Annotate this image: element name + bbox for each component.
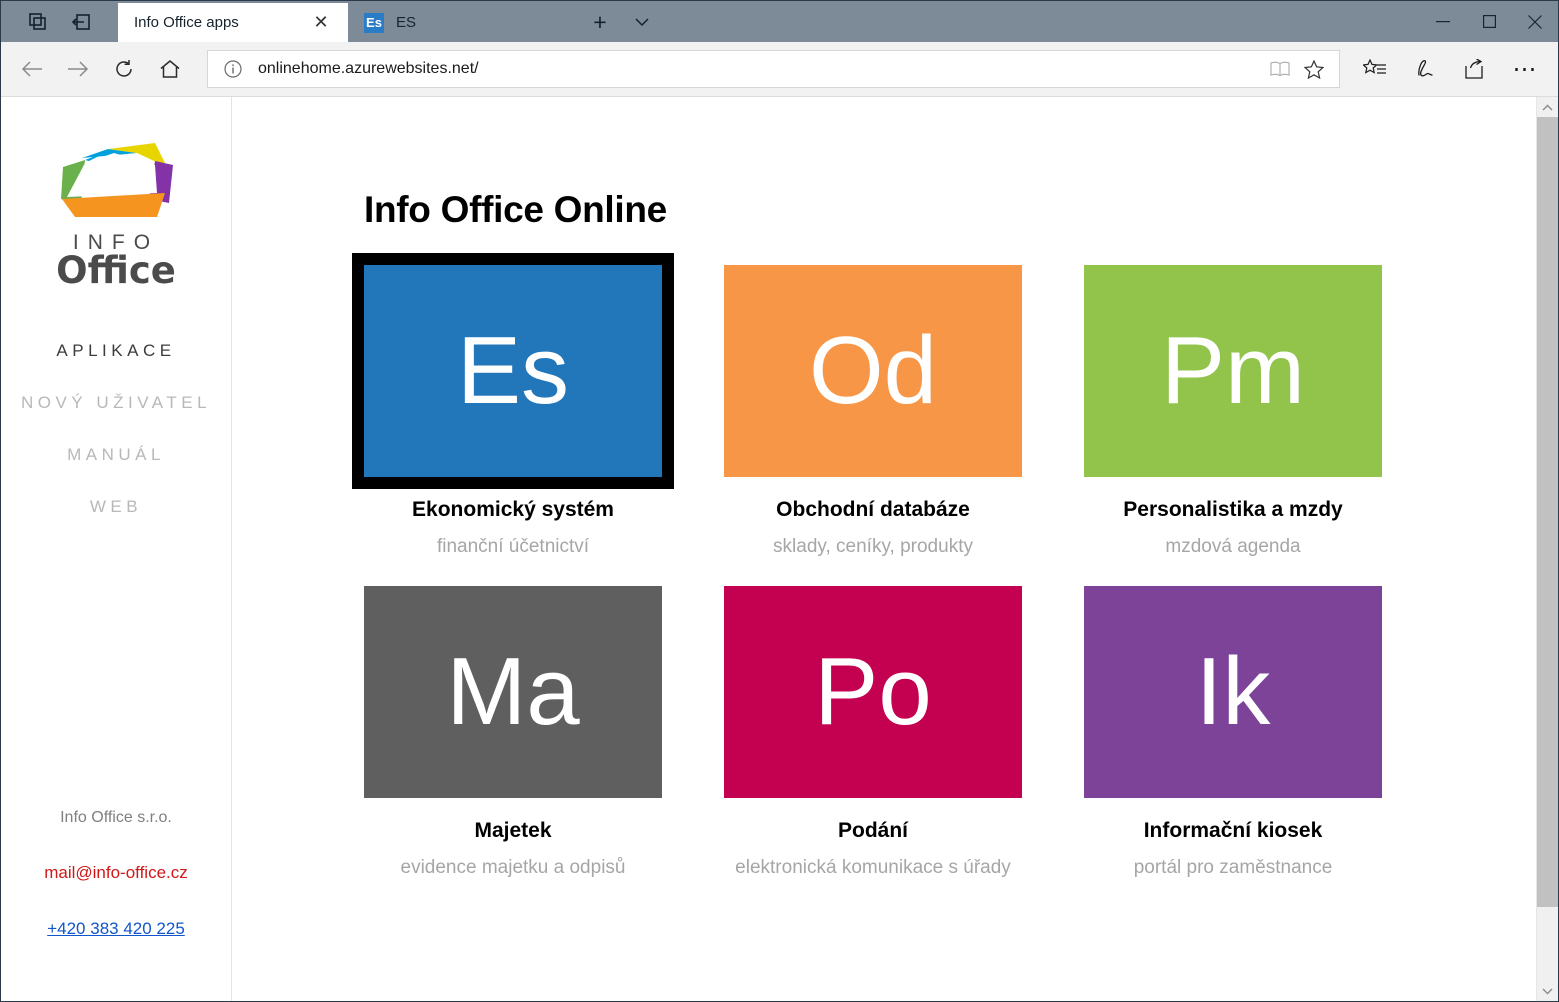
chevron-down-icon[interactable]: [622, 3, 662, 42]
tab-favicon: Es: [364, 13, 384, 33]
app-tile-majetek[interactable]: Ma Majetek evidence majetku a odpisů: [364, 586, 662, 879]
back-icon[interactable]: [9, 46, 55, 92]
tile-box[interactable]: Pm: [1084, 265, 1382, 477]
page-scrollbar[interactable]: [1536, 97, 1558, 1001]
minimize-button[interactable]: [1420, 1, 1466, 42]
tile-box[interactable]: Ik: [1084, 586, 1382, 798]
tile-box[interactable]: Po: [724, 586, 1022, 798]
info-office-logo[interactable]: INFO Office: [45, 127, 187, 275]
scrollbar-thumb[interactable]: [1537, 117, 1558, 907]
tile-name: Majetek: [364, 819, 662, 843]
tile-description: sklady, ceníky, produkty: [724, 536, 1022, 558]
tile-description: finanční účetnictví: [364, 536, 662, 558]
tab-title: ES: [396, 14, 564, 31]
sidebar-item-novy-uzivatel[interactable]: NOVÝ UŽIVATEL: [1, 377, 231, 429]
scroll-up-icon[interactable]: [1537, 97, 1558, 117]
phone-link[interactable]: +420 383 420 225: [1, 919, 231, 939]
sidebar-item-web[interactable]: WEB: [1, 481, 231, 533]
settings-more-icon[interactable]: ⋯: [1500, 46, 1550, 92]
app-tile-ekonomicky-system[interactable]: Es Ekonomický systém finanční účetnictví: [364, 265, 662, 558]
logo-mark-icon: [45, 127, 187, 229]
title-bar: Info Office apps ✕ Es ES +: [1, 1, 1558, 42]
address-bar[interactable]: onlinehome.azurewebsites.net/: [207, 50, 1340, 88]
close-icon[interactable]: ✕: [308, 10, 334, 36]
page-viewport: INFO Office APLIKACE NOVÝ UŽIVATEL MANUÁ…: [1, 96, 1558, 1001]
set-tabs-aside-icon[interactable]: [25, 9, 51, 35]
tile-name: Ekonomický systém: [364, 498, 662, 522]
forward-icon[interactable]: [55, 46, 101, 92]
sidebar-item-manual[interactable]: MANUÁL: [1, 429, 231, 481]
tile-name: Informační kiosek: [1084, 819, 1382, 843]
site-info-icon[interactable]: [222, 58, 244, 80]
favorites-hub-icon[interactable]: [1350, 46, 1400, 92]
app-tile-personalistika-a-mzdy[interactable]: Pm Personalistika a mzdy mzdová agenda: [1084, 265, 1382, 558]
main-content: Info Office Online Es Ekonomický systém …: [232, 97, 1536, 1001]
tile-name: Obchodní databáze: [724, 498, 1022, 522]
tile-box[interactable]: Ma: [364, 586, 662, 798]
reading-view-icon[interactable]: [1263, 52, 1297, 86]
tile-description: elektronická komunikace s úřady: [724, 857, 1022, 879]
tile-description: mzdová agenda: [1084, 536, 1382, 558]
tab-title: Info Office apps: [134, 14, 308, 31]
tile-description: evidence majetku a odpisů: [364, 857, 662, 879]
url-text[interactable]: onlinehome.azurewebsites.net/: [258, 60, 1263, 78]
company-name: Info Office s.r.o.: [1, 809, 231, 827]
app-tiles-grid: Es Ekonomický systém finanční účetnictví…: [364, 265, 1536, 879]
web-notes-icon[interactable]: [1400, 46, 1450, 92]
navigation-bar: onlinehome.azurewebsites.net/: [1, 42, 1558, 96]
refresh-icon[interactable]: [101, 46, 147, 92]
app-tile-podani[interactable]: Po Podání elektronická komunikace s úřad…: [724, 586, 1022, 879]
sidebar-contact: Info Office s.r.o. mail@info-office.cz +…: [1, 809, 231, 939]
tile-name: Personalistika a mzdy: [1084, 498, 1382, 522]
page-title: Info Office Online: [364, 189, 1536, 231]
logo-office-text: Office: [45, 253, 187, 288]
tile-box[interactable]: Od: [724, 265, 1022, 477]
page-sidebar: INFO Office APLIKACE NOVÝ UŽIVATEL MANUÁ…: [1, 97, 232, 1001]
close-button[interactable]: [1512, 1, 1558, 42]
app-tile-informacni-kiosek[interactable]: Ik Informační kiosek portál pro zaměstna…: [1084, 586, 1382, 879]
share-icon[interactable]: [1450, 46, 1500, 92]
home-icon[interactable]: [147, 46, 193, 92]
window-controls: [1420, 1, 1558, 42]
sidebar-item-aplikace[interactable]: APLIKACE: [1, 325, 231, 377]
tile-name: Podání: [724, 819, 1022, 843]
tab-system-buttons: [1, 1, 118, 42]
maximize-button[interactable]: [1466, 1, 1512, 42]
sidebar-nav: APLIKACE NOVÝ UŽIVATEL MANUÁL WEB: [1, 325, 231, 533]
favorite-star-icon[interactable]: [1297, 52, 1331, 86]
app-tile-obchodni-databaze[interactable]: Od Obchodní databáze sklady, ceníky, pro…: [724, 265, 1022, 558]
scrollbar-track[interactable]: [1537, 117, 1558, 981]
tile-description: portál pro zaměstnance: [1084, 857, 1382, 879]
new-tab-button[interactable]: +: [578, 3, 622, 42]
browser-tab-0[interactable]: Info Office apps ✕: [118, 3, 348, 42]
tabs-you-set-aside-icon[interactable]: [68, 9, 94, 35]
browser-tab-1[interactable]: Es ES: [348, 3, 578, 42]
tile-box[interactable]: Es: [352, 253, 674, 489]
email-link[interactable]: mail@info-office.cz: [1, 863, 231, 883]
scroll-down-icon[interactable]: [1537, 981, 1558, 1001]
edge-browser-window: Info Office apps ✕ Es ES +: [0, 0, 1559, 1002]
